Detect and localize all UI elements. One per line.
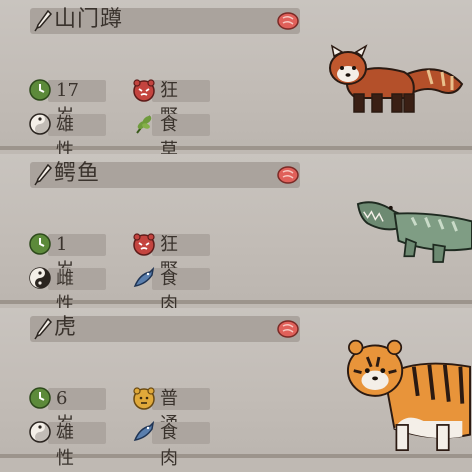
fish-diet-icon bbox=[133, 266, 155, 287]
meat-icon[interactable] bbox=[276, 10, 300, 32]
herb-diet-icon bbox=[136, 115, 152, 134]
animal-card[interactable]: 山门蹲 17岁 狂野 雄性 bbox=[0, 0, 472, 161]
age-clock-icon bbox=[29, 79, 51, 101]
red-panda-icon[interactable] bbox=[328, 38, 468, 118]
fish-diet-icon bbox=[133, 420, 155, 441]
diet-label: 食肉 bbox=[160, 422, 178, 469]
tiger-icon[interactable] bbox=[346, 326, 472, 456]
meat-icon[interactable] bbox=[276, 318, 300, 340]
sex-label: 雄性 bbox=[56, 422, 74, 469]
pencil-icon[interactable] bbox=[34, 318, 52, 340]
animal-name: 山门蹲 bbox=[54, 7, 124, 32]
crocodile-icon[interactable] bbox=[356, 194, 472, 272]
normal-temper-icon bbox=[133, 387, 155, 410]
wild-temper-icon bbox=[133, 233, 155, 256]
animal-name: 虎 bbox=[54, 315, 78, 340]
female-yin-yang-icon bbox=[29, 267, 51, 289]
male-yin-yang-icon bbox=[29, 421, 51, 443]
age-clock-icon bbox=[29, 387, 51, 409]
animal-card[interactable]: 虎 6岁 普通 雄性 bbox=[0, 308, 472, 469]
pencil-icon[interactable] bbox=[34, 164, 52, 186]
animal-card[interactable]: 鳄鱼 1岁 狂野 雌性 bbox=[0, 154, 472, 315]
animal-name: 鳄鱼 bbox=[54, 161, 101, 186]
male-yin-yang-icon bbox=[29, 113, 51, 135]
wild-temper-icon bbox=[133, 79, 155, 102]
meat-icon[interactable] bbox=[276, 164, 300, 186]
pencil-icon[interactable] bbox=[34, 10, 52, 32]
age-clock-icon bbox=[29, 233, 51, 255]
